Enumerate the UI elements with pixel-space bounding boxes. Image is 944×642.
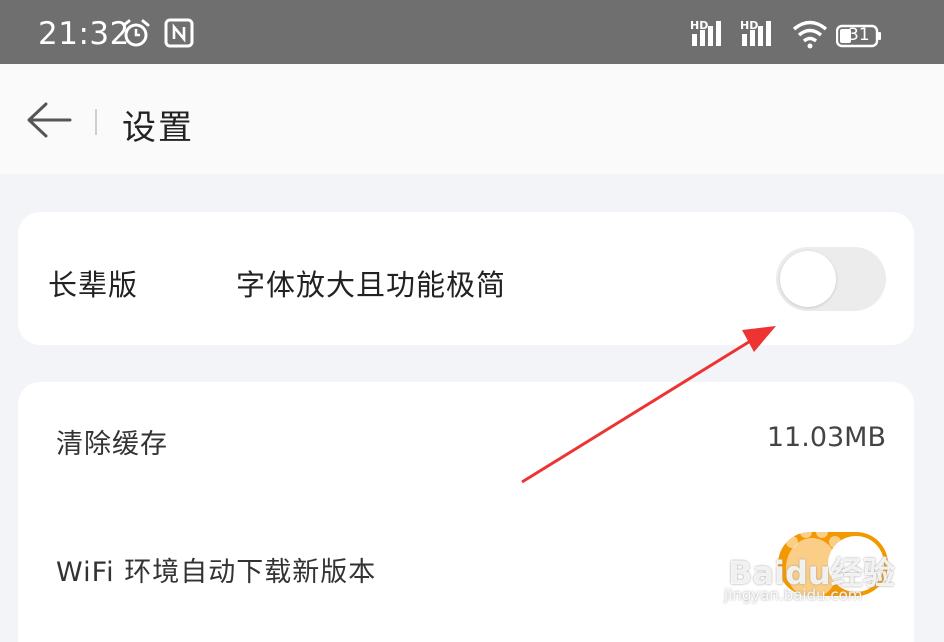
elder-mode-toggle[interactable] <box>776 247 886 311</box>
clear-cache-label[interactable]: 清除缓存 <box>56 422 168 461</box>
page-header: 设置 <box>0 64 944 174</box>
cache-size-value: 11.03MB <box>766 422 886 453</box>
battery-level: 31 <box>848 25 870 45</box>
alarm-icon <box>122 19 150 47</box>
header-divider <box>95 109 97 135</box>
elder-mode-description: 字体放大且功能极简 <box>236 268 507 302</box>
arrow-left-icon[interactable] <box>24 100 74 140</box>
elder-mode-card: 长辈版 字体放大且功能极简 <box>18 212 914 345</box>
wifi-auto-download-label: WiFi 环境自动下载新版本 <box>56 557 377 588</box>
svg-text:HD: HD <box>690 19 708 32</box>
svg-text:HD: HD <box>740 19 758 32</box>
toggle-knob <box>780 251 836 307</box>
wifi-icon <box>792 20 828 49</box>
nfc-icon <box>164 18 194 48</box>
status-time: 21:32 <box>38 16 130 52</box>
elder-mode-label: 长辈版 <box>48 268 139 302</box>
hd-signal-icon: HD <box>740 19 771 46</box>
page-title: 设置 <box>122 108 194 148</box>
status-bar: 21:32 HD HD 31 <box>0 0 944 64</box>
watermark-sub-text: jingyan.baidu.com <box>724 586 863 604</box>
hd-signal-icon: HD <box>690 19 721 46</box>
